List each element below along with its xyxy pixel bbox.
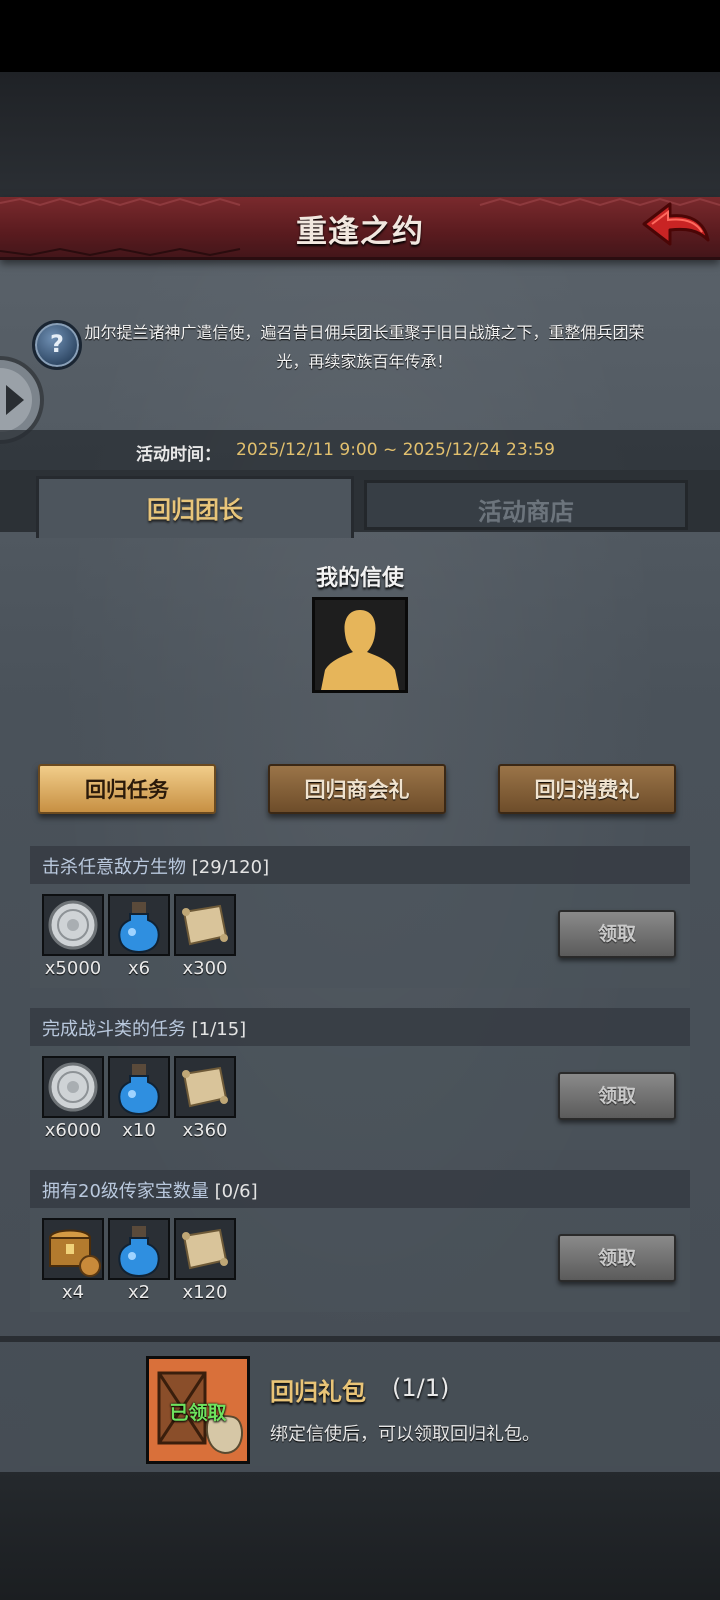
page-title: 重逢之约 [296,214,424,250]
divider [0,1336,720,1342]
reward-qty: x10 [122,1120,156,1141]
claim-button[interactable]: 领取 [558,1234,676,1282]
scroll-icon[interactable] [174,1056,236,1118]
blue-potion-icon[interactable] [108,1218,170,1280]
reward-qty: x6 [127,958,151,979]
silver-coin-icon[interactable] [42,1056,104,1118]
silver-coin-icon[interactable] [42,894,104,956]
task-title: 拥有20级传家宝数量 [0/6] [42,1177,258,1203]
bottom-backdrop [0,1472,720,1600]
back-arrow-icon[interactable] [640,200,712,252]
scroll-icon[interactable] [174,894,236,956]
task-card: 拥有20级传家宝数量 [0/6] x4 x2 x120 领取 [30,1170,690,1312]
event-description: 加尔提兰诸神广遣信使，遍召昔日佣兵团长重聚于旧日战旗之下，重整佣兵团荣光，再续家… [84,323,645,371]
reward-qty: x360 [182,1120,228,1141]
task-title-text: 拥有20级传家宝数量 [42,1181,209,1202]
reward-qty: x2 [127,1282,151,1303]
reward-qty: x4 [61,1282,85,1303]
reward-qty: x5000 [44,958,102,979]
task-title-text: 击杀任意敌方生物 [42,857,186,878]
sub-tab-return-spend-gift[interactable]: 回归消费礼 [498,764,676,814]
task-title: 完成战斗类的任务 [1/15] [42,1015,246,1041]
reward-qty: x120 [182,1282,228,1303]
task-title: 击杀任意敌方生物 [29/120] [42,853,269,879]
gift-pack-count: (1/1) [392,1374,450,1402]
task-title-text: 完成战斗类的任务 [42,1019,186,1040]
messenger-title: 我的信使 [315,566,404,591]
task-progress: [29/120] [191,857,270,878]
status-bar [0,0,720,72]
claim-button[interactable]: 领取 [558,1072,676,1120]
task-card: 完成战斗类的任务 [1/15] x6000 x10 x360 领取 [30,1008,690,1150]
claim-button[interactable]: 领取 [558,910,676,958]
scroll-icon[interactable] [174,1218,236,1280]
active-tab-connector [39,528,351,538]
blue-potion-icon[interactable] [108,894,170,956]
activity-time-value: 2025/12/11 9:00 ~ 2025/12/24 23:59 [236,440,555,460]
tab-event-shop-label: 活动商店 [478,498,574,526]
tab-return-leader-label: 回归团长 [147,496,243,524]
gift-pack-description: 绑定信使后，可以领取回归礼包。 [270,1424,540,1445]
sub-tab-return-commerce-gift[interactable]: 回归商会礼 [268,764,446,814]
claimed-status: 已领取 [169,1402,227,1424]
messenger-avatar[interactable] [312,597,408,693]
reward-qty: x300 [182,958,228,979]
task-progress: [1/15] [191,1019,247,1040]
task-progress: [0/6] [214,1181,258,1202]
reward-qty: x6000 [44,1120,102,1141]
activity-time-label: 活动时间： [136,445,221,465]
sub-tab-return-tasks[interactable]: 回归任务 [38,764,216,814]
top-backdrop [0,72,720,197]
silhouette-icon [315,600,405,690]
treasure-chest-icon[interactable] [42,1218,104,1280]
gift-pack-title: 回归礼包 [270,1378,366,1406]
blue-potion-icon[interactable] [108,1056,170,1118]
task-card: 击杀任意敌方生物 [29/120] x5000 x6 x300 领取 [30,846,690,988]
